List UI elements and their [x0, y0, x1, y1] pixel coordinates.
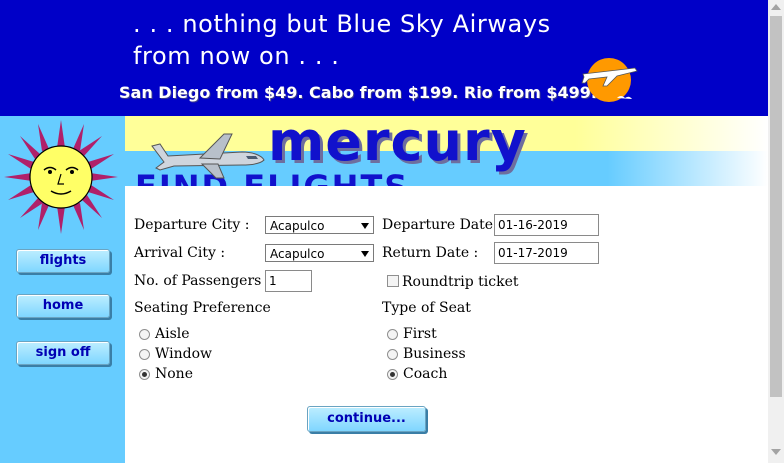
airplane-icon: [151, 133, 265, 179]
dropdown-caret-icon: [361, 223, 369, 229]
seat-coach-radio[interactable]: [387, 369, 398, 380]
dropdown-caret-icon: [361, 251, 369, 257]
nav-signoff-button[interactable]: sign off: [16, 341, 110, 365]
continue-button[interactable]: continue...: [307, 406, 426, 432]
sun-face-icon: [4, 120, 118, 234]
seating-preference-label: Seating Preference: [134, 300, 271, 316]
departure-city-label: Departure City :: [134, 217, 250, 233]
left-navigation: flights home sign off: [0, 116, 125, 463]
seat-type-label: Type of Seat: [382, 300, 471, 316]
seating-aisle-label: Aisle: [155, 326, 190, 342]
scroll-up-icon[interactable]: [771, 4, 781, 10]
nav-flights-button[interactable]: flights: [16, 249, 110, 273]
seat-coach-label: Coach: [403, 366, 448, 382]
mercury-header: FIND FLIGHTS mercury: [125, 116, 768, 186]
airplane-sun-icon: [581, 58, 638, 102]
seat-first-radio[interactable]: [387, 329, 398, 340]
departure-city-select[interactable]: Acapulco: [265, 216, 374, 234]
seating-window-label: Window: [155, 346, 213, 362]
seating-none-label: None: [155, 366, 193, 382]
passengers-input[interactable]: 1: [265, 270, 312, 292]
scrollbar-thumb[interactable]: [770, 16, 782, 397]
roundtrip-label: Roundtrip ticket: [402, 274, 519, 290]
banner-tagline-line1: . . . nothing but Blue Sky Airways: [133, 10, 551, 38]
departure-date-input[interactable]: 01-16-2019: [494, 214, 599, 236]
vertical-scrollbar[interactable]: [768, 0, 784, 463]
brand-logo-text: mercury: [268, 116, 527, 173]
arrival-city-value: Acapulco: [270, 247, 325, 261]
arrival-city-select[interactable]: Acapulco: [265, 244, 374, 262]
return-date-label: Return Date :: [382, 245, 479, 261]
return-date-input[interactable]: 01-17-2019: [494, 242, 599, 264]
departure-date-label: Departure Date :: [382, 217, 503, 233]
roundtrip-checkbox[interactable]: [387, 275, 399, 287]
seating-window-radio[interactable]: [139, 349, 150, 360]
scroll-down-icon[interactable]: [771, 449, 781, 455]
seat-business-radio[interactable]: [387, 349, 398, 360]
seat-first-label: First: [403, 326, 437, 342]
seat-business-label: Business: [403, 346, 466, 362]
departure-city-value: Acapulco: [270, 219, 325, 233]
seating-none-radio[interactable]: [139, 369, 150, 380]
banner-tagline-line2: from now on . . .: [133, 42, 340, 70]
banner-deals-text: San Diego from $49. Cabo from $199. Rio …: [119, 83, 597, 102]
seating-aisle-radio[interactable]: [139, 329, 150, 340]
passengers-label: No. of Passengers :: [134, 273, 271, 289]
airline-banner[interactable]: . . . nothing but Blue Sky Airways from …: [0, 0, 768, 116]
arrival-city-label: Arrival City :: [134, 245, 226, 261]
flight-finder-form: Departure City : Acapulco Departure Date…: [125, 186, 768, 463]
nav-home-button[interactable]: home: [16, 294, 110, 318]
